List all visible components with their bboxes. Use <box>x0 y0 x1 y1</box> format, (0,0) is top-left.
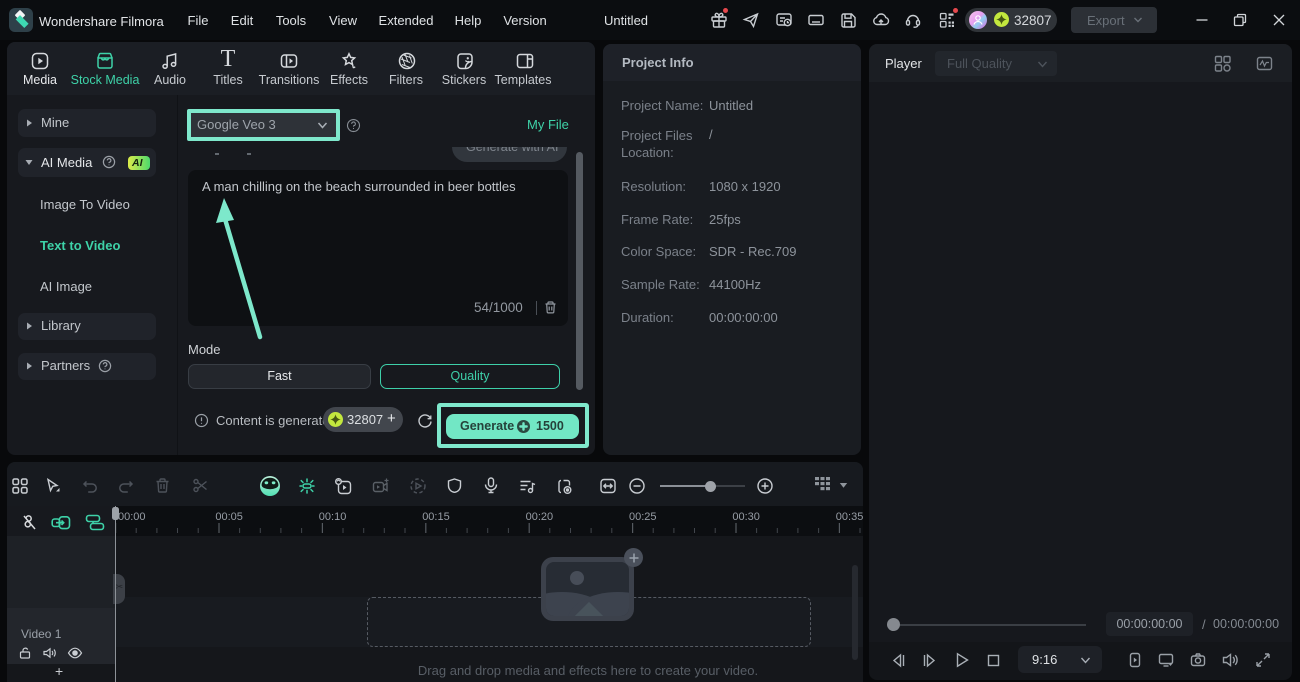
svg-text:00:15: 00:15 <box>422 511 450 523</box>
svg-text:00:30: 00:30 <box>732 511 760 523</box>
svg-text:00:35: 00:35 <box>836 511 863 523</box>
svg-text:00:00: 00:00 <box>118 511 146 523</box>
svg-text:00:20: 00:20 <box>526 511 554 523</box>
svg-text:00:10: 00:10 <box>319 511 347 523</box>
svg-text:00:25: 00:25 <box>629 511 657 523</box>
svg-text:00:05: 00:05 <box>215 511 243 523</box>
